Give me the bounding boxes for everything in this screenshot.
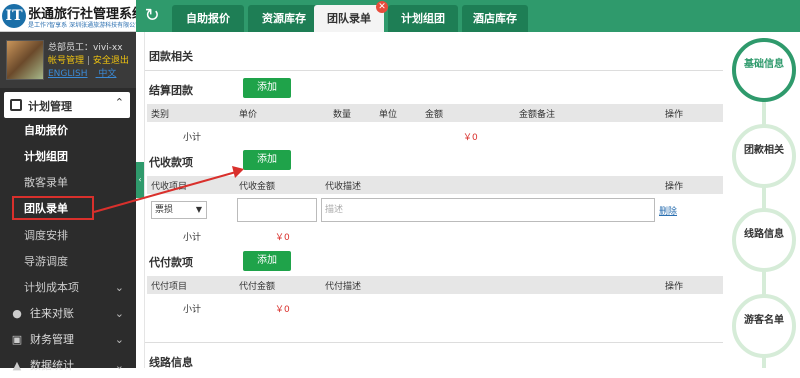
settle-table-header: 类别 单价 数量 单位 金额 金额备注 操作 [147,104,723,122]
edit-icon [10,99,22,111]
chevron-down-icon: ⌄ [114,359,124,372]
user-name: 总部员工：vivi-xx [48,43,123,53]
sidebar-item-plan-group[interactable]: 计划组团 [0,144,136,170]
sidebar-group-finance-label: 财务管理 [30,333,74,346]
avatar [6,40,44,80]
user-profile: 总部员工：vivi-xx 帐号管理 | 安全退出 ENGLISH 中文 [0,32,136,88]
step-basic-info[interactable]: 基础信息 [732,38,796,102]
top-tab-bar: ↻ 自助报价 资源库存 团队录单 ✕ 计划组团 酒店库存 [136,0,800,32]
language-switch: ENGLISH 中文 [48,66,124,79]
step-payment[interactable]: 团款相关 [732,124,796,188]
close-icon[interactable]: ✕ [376,1,388,13]
col-header: 代付项目 [151,282,188,292]
col-header: 单位 [379,110,398,120]
col-header: 操作 [665,110,684,120]
sidebar-group-reconciliation[interactable]: ● 往来对账 ⌄ [0,302,136,326]
sidebar-group-statistics[interactable]: ▲ 数据统计 ⌄ [0,354,136,378]
step-payment-label: 团款相关 [744,145,784,156]
col-header: 类别 [151,110,170,120]
collect-subtotal-label: 小计 [183,233,202,243]
col-header: 操作 [665,182,684,192]
step-route-info-label: 线路信息 [744,229,784,240]
account-settings-link[interactable]: 帐号管理 [48,56,84,66]
logo-badge: IT [2,4,26,28]
tab-team-entry[interactable]: 团队录单 ✕ [314,1,388,32]
chevron-up-icon: ⌃ [114,96,124,109]
lang-chinese-link[interactable]: 中文 [98,69,116,79]
col-header: 数量 [333,110,352,120]
sidebar-group-reconciliation-label: 往来对账 [30,307,74,320]
collect-subtotal-value: ￥0 [275,233,290,243]
step-navigator: 基础信息 团款相关 线路信息 游客名单 [728,32,800,368]
col-header: 单价 [239,110,258,120]
sidebar-group-statistics-label: 数据统计 [30,359,74,372]
sidebar-item-plan-cost[interactable]: 计划成本项 ⌄ [0,275,136,301]
logout-link[interactable]: 安全退出 [93,56,129,66]
chevron-down-icon: ⌄ [114,281,124,294]
col-header: 代付金额 [239,282,276,292]
pay-table-header: 代付项目 代付金额 代付描述 操作 [147,276,723,294]
chevron-down-icon: ⌄ [114,307,124,320]
divider [145,70,723,71]
tab-resource-stock[interactable]: 资源库存 [248,5,320,32]
col-header: 代收描述 [325,182,362,192]
dropdown-arrow-icon: ▼ [195,205,202,214]
collect-delete-link[interactable]: 删除 [659,204,677,217]
col-header: 金额备注 [519,110,556,120]
sidebar-item-guide-dispatch[interactable]: 导游调度 [0,249,136,275]
collect-table-header: 代收项目 代收金额 代收描述 操作 [147,176,723,194]
menu-plan-management[interactable]: 计划管理 ⌃ [4,92,130,118]
settle-subtotal-label: 小计 [183,133,202,143]
col-header: 操作 [665,282,684,292]
settle-subtotal-value: ￥0 [463,133,478,143]
app-logo: IT 张通旅行社管理系统 是工作?智享系 深圳张通旅游科技有限公司 [0,0,145,32]
tab-team-entry-label: 团队录单 [327,12,371,25]
menu-plan-management-label: 计划管理 [28,100,72,113]
sidebar-item-dispatch[interactable]: 调度安排 [0,223,136,249]
step-guest-list[interactable]: 游客名单 [732,294,796,358]
settle-add-button[interactable]: 添加 [243,78,291,98]
refresh-icon[interactable]: ↻ [140,4,164,28]
collect-item-select-value: 票损 [155,205,174,215]
pay-title: 代付款项 [149,256,193,269]
collect-desc-input[interactable]: 描述 [321,198,655,222]
tab-hotel-stock[interactable]: 酒店库存 [462,5,528,32]
chevron-down-icon: ⌄ [114,333,124,346]
sidebar-item-self-quote[interactable]: 自助报价 [0,118,136,144]
annotation-highlight-box [12,196,94,220]
step-basic-info-label: 基础信息 [744,59,784,70]
lang-english-link[interactable]: ENGLISH [48,69,88,79]
collect-title: 代收款项 [149,156,193,169]
wallet-icon: ▣ [11,333,23,346]
chart-icon: ▲ [12,359,22,372]
collect-amount-input[interactable] [237,198,317,222]
sidebar-item-plan-cost-label: 计划成本项 [24,281,79,294]
col-header: 代收项目 [151,182,188,192]
app-subtitle: 是工作?智享系 深圳张通旅游科技有限公司 [28,22,142,29]
col-header: 金额 [425,110,444,120]
collect-item-select[interactable]: 票损 ▼ [151,201,207,219]
pay-add-button[interactable]: 添加 [243,251,291,271]
sidebar-item-individual-entry[interactable]: 散客录单 [0,170,136,196]
sidebar-group-finance[interactable]: ▣ 财务管理 ⌄ [0,328,136,352]
step-guest-list-label: 游客名单 [744,315,784,326]
section-title-payment: 团款相关 [149,50,193,63]
profile-links: 帐号管理 | 安全退出 [48,53,129,66]
coins-icon: ● [12,307,22,320]
pay-subtotal-value: ￥0 [275,305,290,315]
step-route-info[interactable]: 线路信息 [732,208,796,272]
tab-self-quote[interactable]: 自助报价 [172,5,244,32]
sidebar-collapse-toggle[interactable]: ‹ [136,162,144,198]
col-header: 代收金额 [239,182,276,192]
tab-plan-group[interactable]: 计划组团 [388,5,458,32]
link-separator: | [86,56,90,66]
collect-add-button[interactable]: 添加 [243,150,291,170]
settle-title: 结算团款 [149,84,193,97]
divider [145,342,723,343]
main-content: 团款相关 结算团款 添加 类别 单价 数量 单位 金额 金额备注 操作 小计 ￥… [144,32,728,369]
pay-subtotal-label: 小计 [183,305,202,315]
col-header: 代付描述 [325,282,362,292]
